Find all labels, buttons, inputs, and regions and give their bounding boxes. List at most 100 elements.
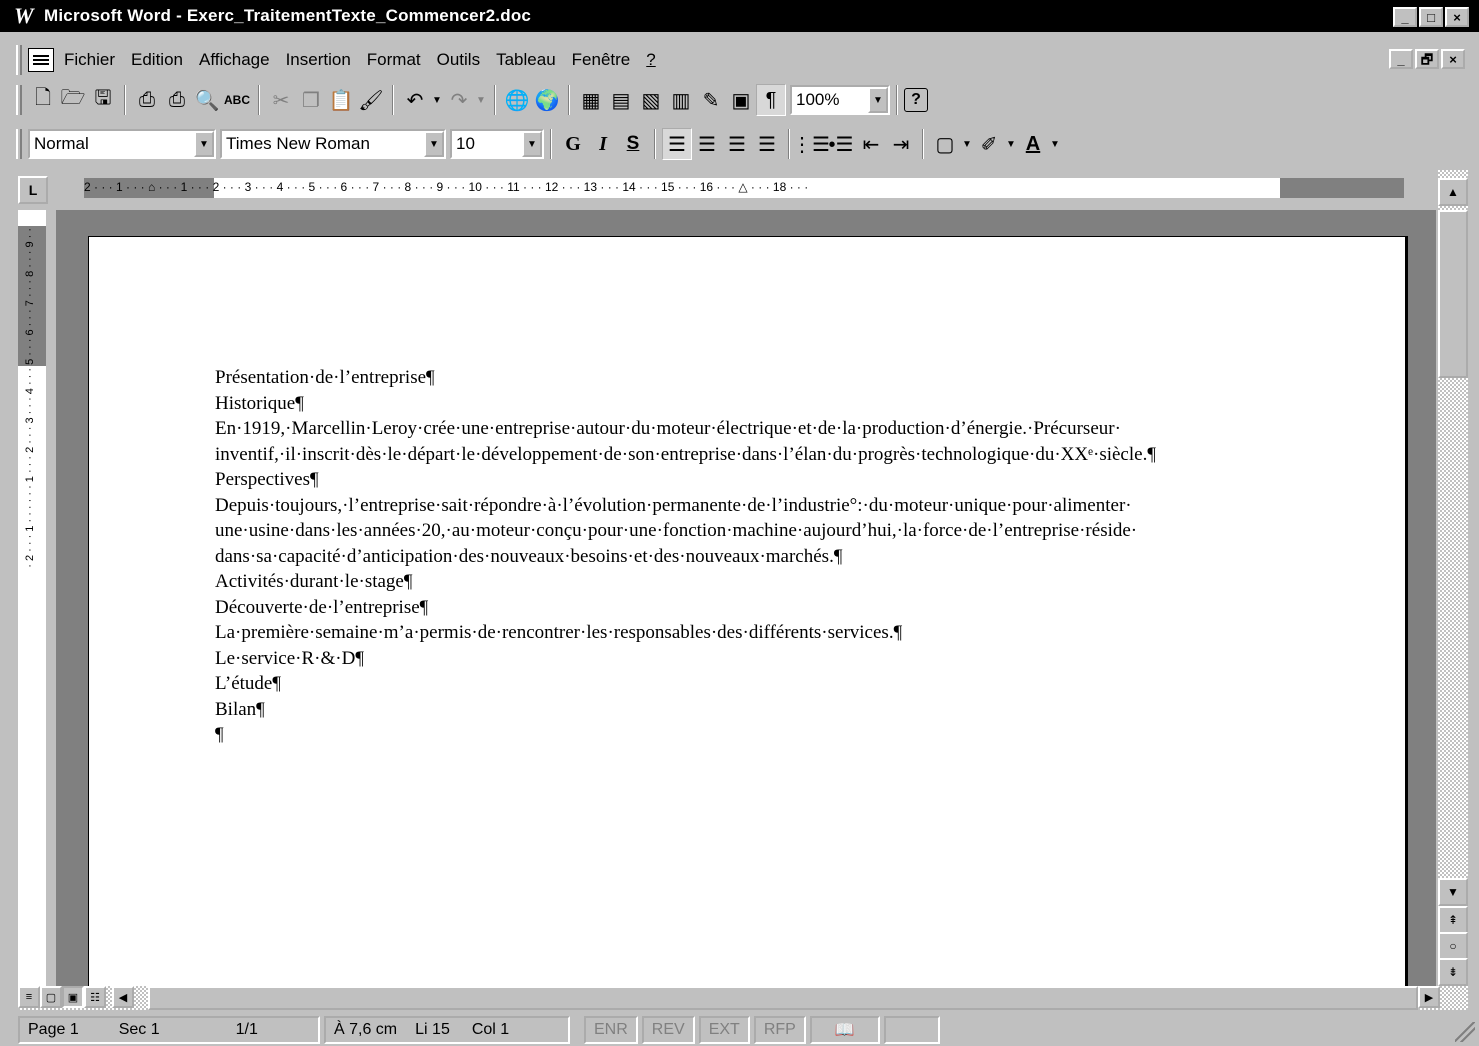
print-icon[interactable]: ⎙ xyxy=(132,84,162,116)
align-right-icon[interactable]: ☰ xyxy=(722,128,752,160)
format-painter-icon[interactable]: 🖌 xyxy=(356,84,386,116)
status-rev[interactable]: REV xyxy=(641,1016,695,1044)
font-dropdown-icon[interactable]: ▼ xyxy=(424,131,444,157)
paste-icon[interactable]: 📋 xyxy=(326,84,356,116)
size-combo[interactable]: 10 ▼ xyxy=(450,129,544,159)
vertical-scroll-thumb[interactable] xyxy=(1438,210,1468,378)
web-layout-icon[interactable]: ▢ xyxy=(40,986,62,1008)
document-page[interactable]: Présentation·de·l’entreprise¶ Historique… xyxy=(88,236,1408,986)
scroll-left-button[interactable]: ◀ xyxy=(112,986,134,1008)
maximize-button[interactable]: □ xyxy=(1419,7,1443,27)
font-color-button[interactable]: A xyxy=(1018,128,1048,160)
increase-indent-icon[interactable]: ⇥ xyxy=(886,128,916,160)
document-icon[interactable] xyxy=(28,48,54,72)
horizontal-scrollbar[interactable]: ≡ ▢ ▣ ☷ ◀ ▶ xyxy=(18,986,1468,1010)
scroll-up-button[interactable]: ▲ xyxy=(1438,178,1468,206)
web-toolbar-icon[interactable]: 🌍 xyxy=(532,84,562,116)
show-hide-icon[interactable]: ¶ xyxy=(756,84,786,116)
hyperlink-icon[interactable]: 🌐 xyxy=(502,84,532,116)
cut-icon[interactable]: ✂ xyxy=(266,84,296,116)
horizontal-scroll-thumb[interactable] xyxy=(148,986,1418,1010)
document-text[interactable]: Présentation·de·l’entreprise¶ Historique… xyxy=(215,365,1315,748)
ruler-scale: 2 · · · 1 · · · ⌂ · · · 1 · · · 2 · · · … xyxy=(84,180,809,194)
copy-icon[interactable]: ❐ xyxy=(296,84,326,116)
align-left-icon[interactable]: ☰ xyxy=(662,128,692,160)
borders-dropdown-icon[interactable]: ▼ xyxy=(960,128,974,160)
resize-grip[interactable] xyxy=(1455,1022,1475,1042)
print-preview-icon[interactable]: 🔍 xyxy=(192,84,222,116)
word-app-icon[interactable]: W xyxy=(14,4,38,28)
menu-insertion[interactable]: Insertion xyxy=(286,50,351,70)
save-icon[interactable]: 🖫 xyxy=(88,84,118,116)
previous-page-button[interactable]: ⇞ xyxy=(1438,906,1468,934)
spelling-status-icon[interactable]: 📖 xyxy=(809,1016,880,1044)
align-center-icon[interactable]: ☰ xyxy=(692,128,722,160)
browse-object-button[interactable]: ○ xyxy=(1438,932,1468,960)
normal-view-icon[interactable]: ≡ xyxy=(18,986,40,1008)
status-rfp[interactable]: RFP xyxy=(753,1016,806,1044)
minimize-button[interactable]: _ xyxy=(1393,7,1417,27)
menu-format[interactable]: Format xyxy=(367,50,421,70)
print-icon-2[interactable]: ⎙ xyxy=(162,84,192,116)
zoom-combo[interactable]: 100% ▼ xyxy=(790,85,890,115)
open-icon[interactable]: 🗁 xyxy=(58,84,88,116)
scroll-right-button[interactable]: ▶ xyxy=(1418,986,1440,1008)
menu-outils[interactable]: Outils xyxy=(437,50,480,70)
help-icon[interactable]: ? xyxy=(904,88,928,112)
scroll-down-button[interactable]: ▼ xyxy=(1438,878,1468,906)
style-dropdown-icon[interactable]: ▼ xyxy=(194,131,214,157)
undo-icon[interactable]: ↶ xyxy=(400,84,430,116)
underline-button[interactable]: S xyxy=(618,128,648,160)
vertical-scrollbar[interactable]: ▲ ▼ ⇞ ○ ⇟ xyxy=(1438,170,1468,986)
font-combo[interactable]: Times New Roman ▼ xyxy=(220,129,446,159)
undo-dropdown-icon[interactable]: ▼ xyxy=(430,84,444,116)
borders-icon[interactable]: ▢ xyxy=(930,128,960,160)
italic-button[interactable]: I xyxy=(588,128,618,160)
vertical-ruler[interactable]: · 2 · · · 1 · · · · · · 1 · · · 2 · · · … xyxy=(18,210,46,986)
page-layout-icon[interactable]: ▣ xyxy=(62,986,84,1008)
justify-icon[interactable]: ☰ xyxy=(752,128,782,160)
standard-toolbar-grip[interactable] xyxy=(16,85,22,115)
status-ext[interactable]: EXT xyxy=(698,1016,750,1044)
decrease-indent-icon[interactable]: ⇤ xyxy=(856,128,886,160)
insert-table-icon[interactable]: ▤ xyxy=(606,84,636,116)
style-combo[interactable]: Normal ▼ xyxy=(28,129,216,159)
spelling-icon[interactable]: ABC xyxy=(222,84,252,116)
numbering-icon[interactable]: ⋮☰ xyxy=(792,128,830,160)
doc-close-button[interactable]: × xyxy=(1441,49,1465,69)
tables-borders-icon[interactable]: ▦ xyxy=(576,84,606,116)
status-enr[interactable]: ENR xyxy=(584,1016,638,1044)
menu-tableau[interactable]: Tableau xyxy=(496,50,556,70)
menu-fichier[interactable]: Fichier xyxy=(64,50,115,70)
status-page-panel[interactable]: Page 1 Sec 1 1/1 xyxy=(18,1016,320,1044)
font-color-dropdown-icon[interactable]: ▼ xyxy=(1048,128,1062,160)
next-page-button[interactable]: ⇟ xyxy=(1438,958,1468,986)
menu-edition[interactable]: Edition xyxy=(131,50,183,70)
redo-icon[interactable]: ↷ xyxy=(444,84,474,116)
menubar-grip[interactable] xyxy=(16,45,22,75)
new-document-icon[interactable]: 🗋 xyxy=(28,84,58,116)
highlight-dropdown-icon[interactable]: ▼ xyxy=(1004,128,1018,160)
insert-excel-icon[interactable]: ▧ xyxy=(636,84,666,116)
highlight-icon[interactable]: ✐ xyxy=(974,128,1004,160)
size-dropdown-icon[interactable]: ▼ xyxy=(522,131,542,157)
vertical-ruler-scale: · 2 · · · 1 · · · · · · 1 · · · 2 · · · … xyxy=(24,228,36,568)
menu-help[interactable]: ? xyxy=(646,50,655,70)
menu-fenetre[interactable]: Fenêtre xyxy=(572,50,631,70)
status-position-panel[interactable]: À 7,6 cm Li 15 Col 1 xyxy=(324,1016,570,1044)
menu-affichage[interactable]: Affichage xyxy=(199,50,270,70)
columns-icon[interactable]: ▥ xyxy=(666,84,696,116)
doc-minimize-button[interactable]: _ xyxy=(1389,49,1413,69)
redo-dropdown-icon[interactable]: ▼ xyxy=(474,84,488,116)
horizontal-ruler[interactable]: 2 · · · 1 · · · ⌂ · · · 1 · · · 2 · · · … xyxy=(84,178,1404,198)
doc-restore-button[interactable]: 🗗 xyxy=(1415,49,1439,69)
format-toolbar-grip[interactable] xyxy=(16,129,22,159)
document-map-icon[interactable]: ▣ xyxy=(726,84,756,116)
outline-view-icon[interactable]: ☷ xyxy=(84,986,106,1008)
drawing-icon[interactable]: ✎ xyxy=(696,84,726,116)
tab-selector[interactable]: L xyxy=(18,176,48,204)
bold-button[interactable]: G xyxy=(558,128,588,160)
zoom-dropdown-icon[interactable]: ▼ xyxy=(868,87,888,113)
close-button[interactable]: × xyxy=(1445,7,1469,27)
bullets-icon[interactable]: •☰ xyxy=(826,128,856,160)
